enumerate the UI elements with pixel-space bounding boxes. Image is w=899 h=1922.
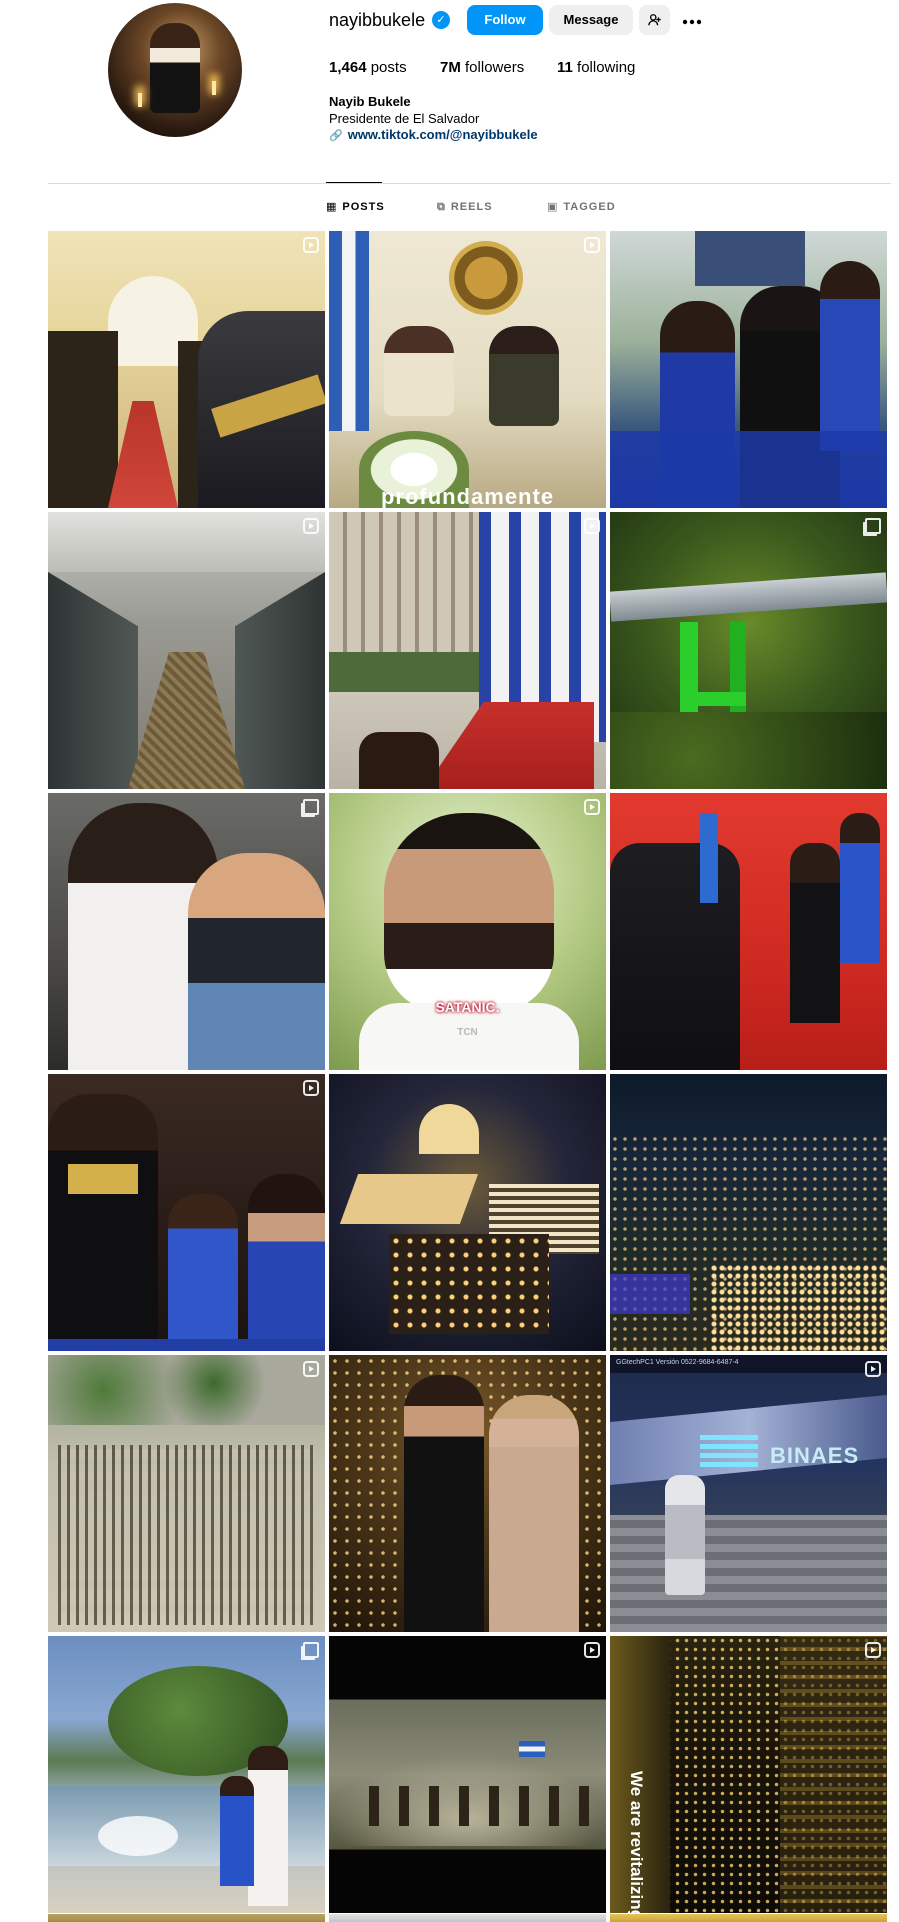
reel-icon [303, 518, 319, 534]
tab-tagged-label: TAGGED [563, 201, 616, 213]
grid-icon: ▦ [326, 201, 338, 213]
carousel-icon [865, 518, 881, 534]
post-thumbnail[interactable] [48, 1914, 325, 1922]
reel-icon [584, 799, 600, 815]
reel-icon [584, 1642, 600, 1658]
followers-count: 7M [440, 59, 461, 76]
post-thumbnail[interactable] [329, 1636, 606, 1913]
reels-icon: ⧉ [437, 201, 446, 213]
post-thumbnail[interactable] [329, 1355, 606, 1632]
add-user-icon [647, 14, 661, 26]
avatar-candle [138, 93, 142, 107]
reel-icon [303, 1361, 319, 1377]
reel-icon [865, 1361, 881, 1377]
post-thumbnail[interactable] [48, 1636, 325, 1913]
followers-label: followers [465, 59, 525, 76]
profile-link-text: www.tiktok.com/@nayibbukele [347, 127, 538, 142]
post-thumbnail[interactable] [48, 1355, 325, 1632]
tab-posts-label: POSTS [342, 201, 385, 213]
tab-reels-label: REELS [450, 201, 493, 213]
post-thumbnail[interactable] [329, 512, 606, 789]
post-watermark: TCN [457, 1027, 478, 1038]
message-button[interactable]: Message [549, 5, 633, 35]
post-thumbnail[interactable] [48, 512, 325, 789]
post-thumbnail[interactable]: GGtechPC1 Versión 0522-9684-6487-4 BINAE… [610, 1355, 887, 1632]
followers-stat[interactable]: 7M followers [440, 59, 524, 77]
post-thumbnail[interactable] [48, 231, 325, 508]
profile-full-name: Nayib Bukele [329, 94, 411, 109]
link-icon: 🔗 [329, 130, 343, 142]
verified-badge-icon: ✓ [432, 11, 450, 29]
profile-bio: Presidente de El Salvador [329, 111, 480, 126]
more-options-icon [682, 19, 702, 25]
posts-count: 1,464 [329, 59, 367, 76]
more-options-button[interactable] [678, 6, 706, 34]
next-posts-row [48, 1914, 887, 1922]
post-thumbnail[interactable] [329, 1914, 606, 1922]
add-user-button[interactable] [639, 5, 670, 35]
tab-reels[interactable]: ⧉ REELS [437, 200, 493, 214]
avatar-portrait-figure [150, 23, 200, 113]
post-thumbnail[interactable]: SATANIC. TCN [329, 793, 606, 1070]
reel-icon [303, 1080, 319, 1096]
following-label: following [577, 59, 636, 76]
profile-username: nayibbukele [329, 10, 426, 30]
carousel-icon [303, 799, 319, 815]
profile-external-link[interactable]: 🔗 www.tiktok.com/@nayibbukele [329, 127, 538, 142]
posts-count-stat: 1,464 posts [329, 59, 407, 77]
reel-icon [303, 237, 319, 253]
reel-icon [584, 518, 600, 534]
active-tab-indicator [326, 182, 382, 183]
post-thumbnail[interactable]: profundamente [329, 231, 606, 508]
post-sign-text: BINAES [770, 1443, 860, 1468]
post-thumbnail[interactable] [610, 512, 887, 789]
post-caption: profundamente [380, 484, 555, 508]
post-thumbnail[interactable] [610, 231, 887, 508]
following-stat[interactable]: 11 following [557, 59, 635, 77]
post-caption: SATANIC. [435, 999, 500, 1015]
tagged-icon: ▣ [547, 201, 559, 213]
tabs-divider [48, 183, 891, 184]
carousel-icon [303, 1642, 319, 1658]
follow-button[interactable]: Follow [467, 5, 543, 35]
post-overlay-text: GGtechPC1 Versión 0522-9684-6487-4 [616, 1359, 739, 1366]
following-count: 11 [557, 59, 573, 76]
tab-posts[interactable]: ▦ POSTS [326, 200, 385, 214]
post-thumbnail[interactable] [610, 793, 887, 1070]
post-thumbnail[interactable] [610, 1074, 887, 1351]
post-thumbnail[interactable] [48, 1074, 325, 1351]
profile-avatar[interactable] [108, 3, 242, 137]
posts-label: posts [370, 59, 407, 76]
tab-tagged[interactable]: ▣ TAGGED [547, 200, 616, 214]
posts-grid: profundamente SATANIC. TCN GGtechPC1 Ver… [48, 231, 887, 1913]
post-thumbnail[interactable] [329, 1074, 606, 1351]
post-caption: We are revitalizing [627, 1771, 646, 1913]
post-thumbnail[interactable] [48, 793, 325, 1070]
reel-icon [584, 237, 600, 253]
avatar-candle [212, 81, 216, 95]
post-thumbnail[interactable] [610, 1914, 887, 1922]
post-thumbnail[interactable]: We are revitalizing [610, 1636, 887, 1913]
reel-icon [865, 1642, 881, 1658]
